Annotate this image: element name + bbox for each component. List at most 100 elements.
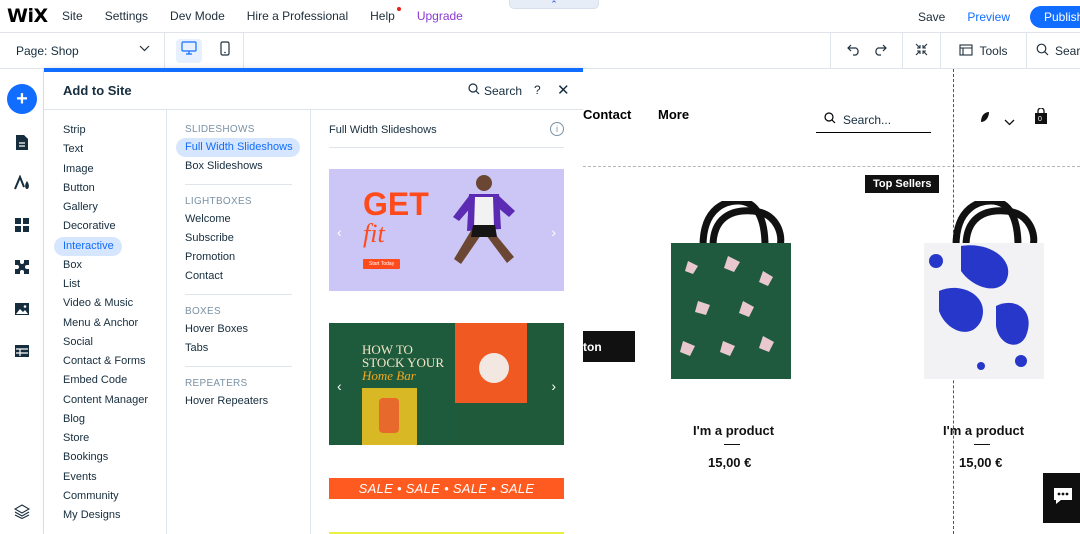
user-icon[interactable] — [979, 110, 991, 128]
nav-dev-mode[interactable]: Dev Mode — [170, 9, 225, 23]
cocktail-glass — [379, 398, 399, 433]
category-item[interactable]: Strip — [44, 121, 166, 140]
subcategory-item[interactable]: Hover Boxes — [167, 320, 310, 339]
slideshow-thumb-sale[interactable]: SALE • SALE • SALE • SALE — [329, 478, 564, 499]
subcategory-item[interactable]: Subscribe — [167, 229, 310, 248]
wix-logo[interactable]: WiX — [7, 5, 62, 27]
category-item[interactable]: List — [44, 275, 166, 294]
site-menu-contact[interactable]: Contact — [583, 107, 631, 122]
apps-grid-icon — [14, 217, 30, 238]
category-item[interactable]: Events — [44, 468, 166, 487]
panel-title: Add to Site — [63, 83, 132, 98]
category-item[interactable]: Content Manager — [44, 391, 166, 410]
desktop-icon — [181, 41, 197, 60]
chevron-up-icon: ⌃ — [550, 0, 558, 9]
preview-button[interactable]: Preview — [967, 10, 1010, 24]
subcategory-item[interactable]: Full Width Slideshows — [176, 138, 300, 157]
section-heading: BOXES — [185, 306, 221, 317]
apps-button[interactable] — [7, 212, 37, 242]
publish-button[interactable]: Publish — [1030, 5, 1080, 28]
site-cta-button[interactable]: ton — [583, 331, 635, 362]
nav-settings[interactable]: Settings — [105, 9, 148, 23]
nav-hire-professional[interactable]: Hire a Professional — [247, 9, 348, 23]
business-apps-button[interactable] — [7, 254, 37, 284]
nav-site[interactable]: Site — [62, 9, 83, 23]
desktop-view-button[interactable] — [171, 33, 207, 69]
layers-button[interactable] — [7, 499, 37, 529]
collapse-arrows-icon — [915, 43, 928, 59]
design-button[interactable] — [7, 170, 37, 200]
redo-icon[interactable] — [873, 44, 887, 59]
site-menu-more[interactable]: More — [658, 107, 689, 122]
nav-help[interactable]: Help — [370, 7, 401, 23]
top-bar: WiX Site Settings Dev Mode Hire a Profes… — [0, 0, 1080, 33]
category-item[interactable]: Interactive — [54, 236, 122, 256]
editor-toolbar: Page: Shop Tools Sear — [0, 32, 1080, 69]
plus-icon: + — [16, 88, 28, 110]
category-item[interactable]: Video & Music — [44, 294, 166, 313]
subcategory-item[interactable]: Box Slideshows — [167, 157, 310, 176]
subcategory-list: SLIDESHOWS Full Width Slideshows Box Slide… — [167, 110, 311, 534]
info-icon[interactable]: i — [550, 122, 564, 136]
panel-search-button[interactable]: Search — [468, 83, 522, 98]
product-name[interactable]: I'm a product — [943, 423, 1024, 438]
search-icon — [1036, 43, 1049, 59]
category-item[interactable]: Bookings — [44, 448, 166, 467]
help-button[interactable]: ? — [534, 83, 541, 97]
category-item[interactable]: Blog — [44, 410, 166, 429]
section-divider — [185, 366, 292, 367]
product-image-blue-bag[interactable] — [921, 201, 1051, 381]
chevron-down-icon[interactable] — [1004, 113, 1015, 131]
slide-prev-icon: ‹ — [337, 378, 342, 394]
subcategory-item[interactable]: Contact — [167, 267, 310, 286]
tools-button[interactable]: Tools — [940, 33, 1026, 69]
media-button[interactable] — [7, 296, 37, 326]
chat-button[interactable] — [1043, 473, 1080, 523]
collapse-toolbar-tab[interactable]: ⌃ — [509, 0, 599, 9]
category-item[interactable]: My Designs — [44, 506, 166, 525]
undo-icon[interactable] — [846, 44, 861, 59]
product-image-green-bag[interactable] — [668, 201, 798, 381]
slideshow-thumb-fitness[interactable]: GET fit Start Today ‹ › — [329, 169, 564, 291]
category-item[interactable]: Text — [44, 140, 166, 159]
category-item[interactable]: Box — [44, 256, 166, 275]
subcategory-item[interactable]: Promotion — [167, 248, 310, 267]
subcategory-item[interactable]: Hover Repeaters — [167, 392, 310, 411]
site-canvas: Contact More Search... 0 Top Sellers ton — [583, 69, 1080, 534]
site-search-bar[interactable]: Search... — [816, 107, 931, 133]
section-divider — [185, 294, 292, 295]
nav-upgrade[interactable]: Upgrade — [417, 9, 463, 23]
zoom-out-button[interactable] — [902, 33, 940, 69]
thumb-cta: Start Today — [363, 259, 401, 269]
category-item[interactable]: Image — [44, 160, 166, 179]
category-item[interactable]: Contact & Forms — [44, 352, 166, 371]
category-item[interactable]: Store — [44, 429, 166, 448]
preview-column: Full Width Slideshows i GET fit Start To… — [311, 110, 583, 534]
category-item[interactable]: Community — [44, 487, 166, 506]
category-item[interactable]: Menu & Anchor — [44, 314, 166, 333]
section-heading: REPEATERS — [185, 378, 248, 389]
editor-search-button[interactable]: Sear — [1026, 33, 1080, 69]
category-item[interactable]: Embed Code — [44, 371, 166, 390]
section-heading: SLIDESHOWS — [185, 124, 255, 135]
subcategory-item[interactable]: Tabs — [167, 339, 310, 358]
preview-heading-label: Full Width Slideshows — [329, 124, 437, 136]
page-icon — [15, 134, 29, 156]
page-selector-label: Page: Shop — [16, 43, 79, 58]
mobile-view-button[interactable] — [207, 33, 243, 69]
category-item[interactable]: Button — [44, 179, 166, 198]
category-item[interactable]: Decorative — [44, 217, 166, 236]
save-button[interactable]: Save — [918, 10, 945, 24]
page-selector[interactable]: Page: Shop — [0, 32, 165, 69]
subcategory-item[interactable]: Welcome — [167, 210, 310, 229]
close-icon[interactable]: ✕ — [557, 81, 570, 99]
slideshow-thumb-homebar[interactable]: HOW TO STOCK YOUR Home Bar ‹ › — [329, 323, 564, 445]
category-item[interactable]: Gallery — [44, 198, 166, 217]
add-elements-button[interactable]: + — [7, 84, 37, 114]
puzzle-icon — [14, 259, 31, 280]
category-item[interactable]: Social — [44, 333, 166, 352]
product-name[interactable]: I'm a product — [693, 423, 774, 438]
cms-button[interactable] — [7, 338, 37, 368]
tools-label: Tools — [979, 44, 1008, 58]
pages-button[interactable] — [7, 130, 37, 160]
